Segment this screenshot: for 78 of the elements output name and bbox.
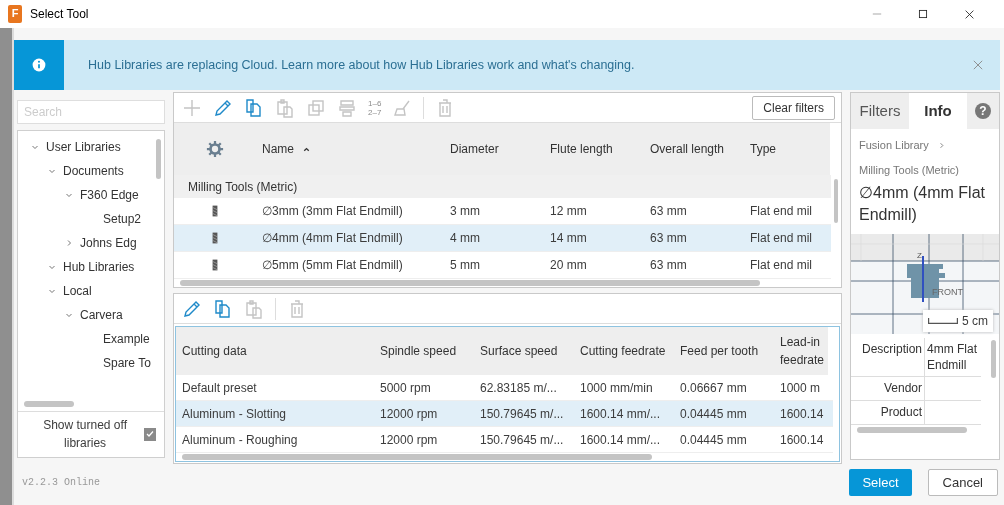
- column-header[interactable]: Feed per tooth: [674, 327, 774, 375]
- table-cell-text: Aluminum - Slotting: [181, 405, 288, 423]
- app-logo: F: [8, 5, 22, 23]
- table-cell-text: 12000 rpm: [379, 431, 439, 449]
- table-cell-text: 0.04445 mm: [679, 431, 748, 449]
- table-cell-text: 1600.14 mm/...: [579, 405, 662, 423]
- tree-item[interactable]: Johns Edg: [80, 234, 137, 252]
- tree-item[interactable]: Spare To: [103, 354, 151, 372]
- table-cell-text: 1600.14: [779, 405, 825, 423]
- table-cell-text: 1000 mm/min: [579, 379, 654, 397]
- version-label: v2.2.3 Online: [22, 476, 100, 490]
- property-value: 4mm Flat Endmill: [925, 338, 981, 377]
- column-header[interactable]: Surface speed: [474, 327, 574, 375]
- table-cell-text: Flat end mil: [749, 203, 814, 220]
- table-cell-text: Aluminum - Roughing: [181, 431, 299, 449]
- scale-label: 5 cm: [962, 313, 988, 330]
- table-cell-text: 150.79645 m/...: [479, 431, 565, 449]
- column-header[interactable]: Type: [744, 123, 831, 175]
- table-cell-text: 63 mm: [649, 203, 688, 220]
- column-header[interactable]: Spindle speed: [374, 327, 474, 375]
- table-cell-text: Flat end mil: [749, 230, 814, 247]
- column-header[interactable]: Diameter: [444, 123, 544, 175]
- table-cell-text: 3 mm: [449, 203, 481, 220]
- tree-item[interactable]: Documents: [63, 162, 124, 180]
- table-cell-text: 63 mm: [649, 230, 688, 247]
- help-icon[interactable]: ?: [975, 103, 991, 119]
- banner-message: Hub Libraries are replacing Cloud. Learn more about how Hub Libraries work and what's changing.: [88, 56, 635, 74]
- column-header[interactable]: Cutting feedrate: [574, 327, 674, 375]
- table-cell-text: Flat end mil: [749, 257, 814, 274]
- breadcrumb-item: Milling Tools (Metric): [858, 162, 961, 178]
- table-cell-text: ∅4mm (4mm Flat Endmill): [261, 230, 404, 247]
- column-header[interactable]: Lead-in feedrate: [774, 327, 833, 375]
- column-header[interactable]: Overall length: [644, 123, 744, 175]
- table-row[interactable]: Aluminum - Slotting 12000 rpm 150.79645 m/... 1600.14 mm/... 0.04445 mm 1600.14: [176, 401, 833, 427]
- table-cell-text: 63 mm: [649, 257, 688, 274]
- table-row[interactable]: Aluminum - Roughing 12000 rpm 150.79645 m/... 1600.14 mm/... 0.04445 mm 1600.14: [176, 427, 833, 453]
- tree-item[interactable]: F360 Edge: [80, 186, 139, 204]
- column-header[interactable]: Flute length: [544, 123, 644, 175]
- axis-label: Z: [917, 251, 922, 260]
- clear-filters-button[interactable]: Clear filters: [752, 95, 835, 120]
- table-cell-text: 14 mm: [549, 230, 588, 247]
- cancel-button[interactable]: Cancel: [927, 468, 998, 497]
- tree-item[interactable]: Carvera: [80, 306, 123, 324]
- property-name: Description: [851, 338, 925, 377]
- table-cell-text: 5000 rpm: [379, 379, 432, 397]
- tree-item[interactable]: Local: [63, 282, 92, 300]
- table-cell-text: 0.04445 mm: [679, 405, 748, 423]
- tree-item[interactable]: Hub Libraries: [63, 258, 135, 276]
- table-row[interactable]: ∅5mm (5mm Flat Endmill) 5 mm 20 mm 63 mm Flat end mil: [174, 252, 831, 279]
- window-title: Select Tool: [30, 6, 89, 23]
- table-cell-text: 62.83185 m/...: [479, 379, 558, 397]
- checkbox-label: Show turned off libraries: [42, 417, 128, 453]
- table-cell-text: ∅5mm (5mm Flat Endmill): [261, 257, 404, 274]
- table-cell-text: Default preset: [181, 379, 258, 397]
- table-cell-text: 20 mm: [549, 257, 588, 274]
- table-cell-text: ∅3mm (3mm Flat Endmill): [261, 203, 404, 220]
- table-cell-text: 1600.14: [779, 431, 825, 449]
- property-name: Product: [851, 401, 925, 425]
- table-cell-text: 5 mm: [449, 257, 481, 274]
- tree-item[interactable]: Example: [103, 330, 150, 348]
- table-cell-text: 12000 rpm: [379, 405, 439, 423]
- group-header: Milling Tools (Metric): [174, 175, 831, 198]
- table-cell-text: 12 mm: [549, 203, 588, 220]
- tab[interactable]: Filters: [851, 93, 909, 129]
- column-header[interactable]: Name: [256, 123, 444, 175]
- renumber-button[interactable]: 1–6 2–7: [368, 98, 382, 117]
- tree-item[interactable]: User Libraries: [46, 138, 121, 156]
- table-cell-text: 150.79645 m/...: [479, 405, 565, 423]
- breadcrumb-link[interactable]: Fusion Library: [859, 137, 929, 154]
- table-cell-text: 0.06667 mm: [679, 379, 748, 397]
- tool-title: ∅4mm (4mm Flat Endmill): [858, 183, 986, 225]
- table-cell-text: 1000 m: [779, 379, 822, 397]
- table-cell-text: 1600.14 mm/...: [579, 431, 662, 449]
- property-name: Vendor: [851, 377, 925, 401]
- table-cell-text: 4 mm: [449, 230, 481, 247]
- column-header[interactable]: Cutting data: [176, 327, 374, 375]
- table-row[interactable]: ∅4mm (4mm Flat Endmill) 4 mm 14 mm 63 mm Flat end mil: [174, 225, 831, 252]
- tree-item[interactable]: Setup2: [103, 210, 142, 228]
